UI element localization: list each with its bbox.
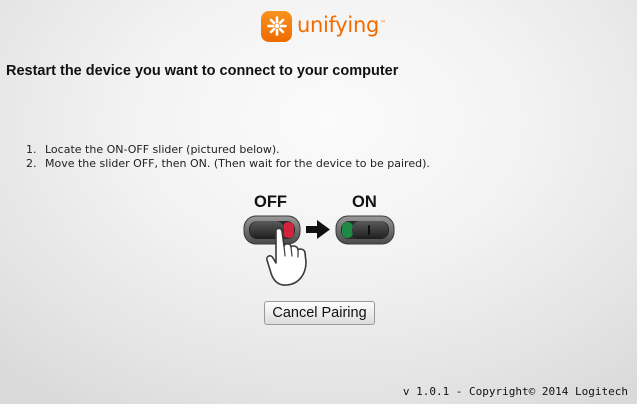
page-title: Restart the device you want to connect t…: [6, 63, 399, 79]
slider-on-icon: [335, 215, 395, 245]
step-text: Locate the ON-OFF slider (pictured below…: [45, 143, 280, 156]
unifying-logo: unifying ™: [261, 10, 386, 42]
version-copyright: v 1.0.1 - Copyright© 2014 Logitech: [402, 385, 628, 398]
step-number: 2.: [26, 157, 37, 170]
logo-text: unifying: [297, 12, 379, 37]
instruction-step: 2. Move the slider OFF, then ON. (Then w…: [26, 157, 430, 171]
logo-trademark: ™: [379, 19, 386, 27]
on-off-slider-illustration: OFF ON: [240, 190, 400, 290]
instruction-list: 1. Locate the ON-OFF slider (pictured be…: [26, 143, 430, 171]
instruction-step: 1. Locate the ON-OFF slider (pictured be…: [26, 143, 430, 157]
slider-off-icon: [243, 215, 301, 245]
cancel-pairing-button[interactable]: Cancel Pairing: [264, 301, 375, 325]
step-text: Move the slider OFF, then ON. (Then wait…: [45, 157, 430, 170]
step-number: 1.: [26, 143, 37, 156]
unifying-sun-icon: [261, 10, 292, 42]
arrow-right-icon: [306, 220, 330, 239]
